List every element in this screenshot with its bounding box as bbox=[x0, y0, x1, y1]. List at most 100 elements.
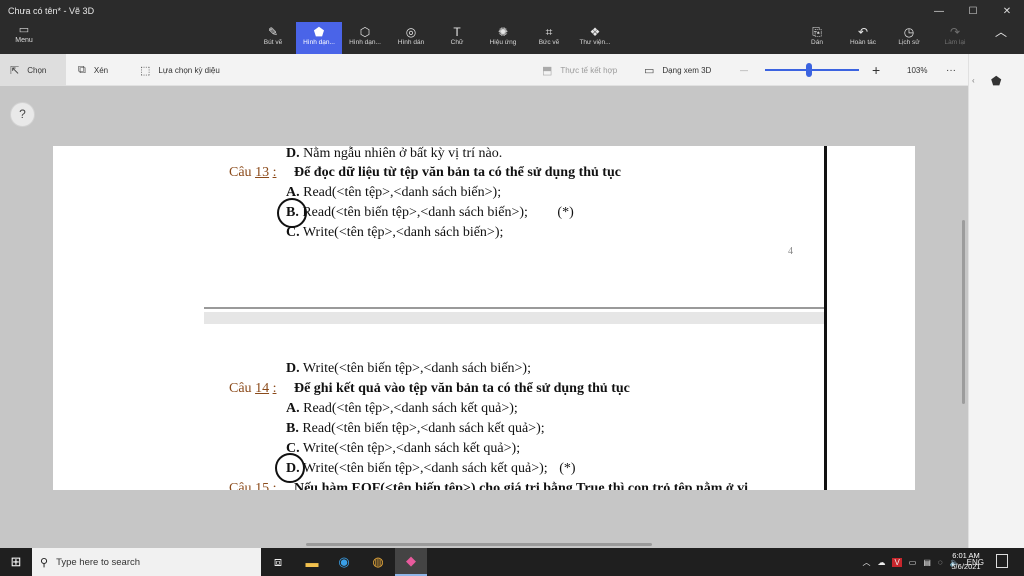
canvas-icon: ⌗ bbox=[545, 25, 553, 39]
more-options-button[interactable]: ··· bbox=[946, 54, 956, 86]
paint-3d-icon[interactable]: ◆ bbox=[395, 548, 427, 576]
tool-label: Hoàn tác bbox=[849, 39, 877, 46]
option-line: C. Write(<tên tệp>,<danh sách biến>); bbox=[286, 225, 503, 241]
canvas[interactable]: 4 D. Nằm ngẫu nhiên ở bất kỳ vị trí nào.… bbox=[53, 146, 915, 490]
page-gap bbox=[204, 312, 824, 324]
show-hidden-icons-icon[interactable]: ︿ bbox=[862, 557, 870, 568]
ribbon-tools: ✎ Bút vẽ ⬟ Hình dạn... ⬡ Hình dạn... ◎ H… bbox=[250, 22, 618, 54]
menu-icon: ▭ bbox=[18, 24, 30, 36]
effects-icon: ✺ bbox=[497, 25, 509, 39]
brushes-button[interactable]: ✎ Bút vẽ bbox=[250, 22, 296, 54]
stickers-button[interactable]: ◎ Hình dán bbox=[388, 22, 434, 54]
option-letter: A. bbox=[286, 401, 300, 416]
select-button[interactable]: ⇱ Chọn bbox=[0, 54, 66, 86]
mixed-reality-icon: ⬒ bbox=[542, 64, 553, 77]
task-view-icon[interactable]: ⧈ bbox=[262, 548, 294, 576]
magic-select-button[interactable]: ⬚ Lựa chọn kỳ diệu bbox=[140, 54, 220, 86]
effects-button[interactable]: ✺ Hiệu ứng bbox=[480, 22, 526, 54]
option-text: Nằm ngẫu nhiên ở bất kỳ vị trí nào. bbox=[303, 146, 503, 161]
clock[interactable]: 6:01 AM 5/6/2021 bbox=[944, 550, 988, 572]
minimize-button[interactable]: — bbox=[922, 0, 956, 22]
question-word: Câu bbox=[229, 165, 252, 180]
clock-date: 5/6/2021 bbox=[951, 562, 981, 571]
wifi-icon[interactable]: ◌ bbox=[938, 558, 943, 567]
3d-view-label: Dạng xem 3D bbox=[662, 65, 712, 75]
collapse-panel-icon[interactable]: ‹ bbox=[972, 76, 975, 85]
start-button[interactable]: ⊞ bbox=[0, 548, 32, 576]
2d-shapes-button[interactable]: ⬟ Hình dạn... bbox=[296, 22, 342, 54]
vertical-scrollbar[interactable] bbox=[962, 220, 965, 404]
search-box[interactable]: ⚲ Type here to search bbox=[32, 548, 261, 576]
option-letter: D. bbox=[286, 361, 300, 376]
close-button[interactable]: ✕ bbox=[990, 0, 1024, 22]
undo-button[interactable]: ↶ Hoàn tác bbox=[840, 22, 886, 54]
3d-shapes-button[interactable]: ⬡ Hình dạn... bbox=[342, 22, 388, 54]
question-label: Câu 14 : bbox=[229, 381, 276, 396]
option-line: A. Read(<tên tệp>,<danh sách kết quả>); bbox=[286, 401, 518, 417]
question-number: 13 bbox=[255, 165, 270, 180]
battery-icon[interactable]: ▭ bbox=[909, 558, 917, 567]
question-word: Câu bbox=[229, 381, 252, 396]
tool-label: Hình dán bbox=[397, 39, 425, 46]
3d-library-button[interactable]: ❖ Thư viện... bbox=[572, 22, 618, 54]
option-text: Read(<tên tệp>,<danh sách kết quả>); bbox=[303, 401, 518, 416]
option-line: C. Write(<tên tệp>,<danh sách kết quả>); bbox=[286, 441, 520, 457]
question-text: Nếu hàm EOF(<tên biến tệp>) cho giá trị … bbox=[293, 481, 749, 490]
brush-icon: ✎ bbox=[267, 25, 279, 39]
question-14: Câu 14 : Để ghi kết quả vào tệp văn bản … bbox=[229, 381, 630, 397]
shape-panel-icon[interactable]: ⬟ bbox=[991, 74, 1001, 88]
horizontal-scrollbar[interactable] bbox=[306, 543, 652, 546]
notification-icon[interactable] bbox=[996, 554, 1008, 568]
sticker-icon: ◎ bbox=[405, 25, 417, 39]
paste-button[interactable]: ⎘ Dán bbox=[794, 22, 840, 54]
option-line: B. Read(<tên biến tệp>,<danh sách biến>)… bbox=[286, 205, 574, 221]
tool-label: Làm lại bbox=[944, 39, 966, 46]
question-15: Câu 15 : Nếu hàm EOF(<tên biến tệp>) cho… bbox=[229, 481, 748, 490]
option-line: D. Nằm ngẫu nhiên ở bất kỳ vị trí nào. bbox=[286, 146, 502, 162]
chrome-icon[interactable]: ◍ bbox=[362, 548, 394, 576]
maximize-button[interactable]: ☐ bbox=[956, 0, 990, 22]
answer-mark: (*) bbox=[557, 205, 574, 220]
search-icon: ⚲ bbox=[40, 556, 49, 569]
collapse-ribbon-button[interactable]: ︿ bbox=[978, 22, 1024, 54]
side-panel: ‹ ⬟ bbox=[968, 54, 1024, 548]
select-label: Chọn bbox=[27, 65, 47, 75]
crop-button[interactable]: ⧉ Xén bbox=[78, 54, 108, 86]
option-text: Write(<tên biến tệp>,<danh sách kết quả>… bbox=[302, 461, 548, 476]
option-text: Read(<tên biến tệp>,<danh sách kết quả>)… bbox=[302, 421, 545, 436]
redo-button[interactable]: ↷ Làm lại bbox=[932, 22, 978, 54]
canvas-button[interactable]: ⌗ Bức vẽ bbox=[526, 22, 572, 54]
answer-circle bbox=[277, 198, 307, 228]
zoom-level[interactable]: 103% bbox=[907, 54, 927, 86]
mixed-reality-button[interactable]: ⬒ Thực tế kết hợp bbox=[542, 54, 617, 86]
select-icon: ⇱ bbox=[10, 64, 20, 77]
3d-view-button[interactable]: ▭ Dạng xem 3D bbox=[644, 54, 711, 86]
text-button[interactable]: T Chữ bbox=[434, 22, 480, 54]
zoom-out-button[interactable]: — bbox=[740, 54, 748, 86]
paste-icon: ⎘ bbox=[812, 25, 822, 39]
edge-icon[interactable]: ◉ bbox=[328, 548, 360, 576]
onedrive-icon[interactable]: ☁ bbox=[877, 558, 885, 567]
answer-circle bbox=[275, 453, 305, 483]
zoom-in-button[interactable]: + bbox=[872, 54, 880, 86]
tool-label: Chữ bbox=[450, 39, 464, 46]
tool-label: Thư viện... bbox=[579, 39, 611, 46]
history-button[interactable]: ◷ Lịch sử bbox=[886, 22, 932, 54]
zoom-slider-thumb[interactable] bbox=[806, 63, 813, 77]
question-number: 15 bbox=[255, 481, 270, 490]
antivirus-icon[interactable]: V bbox=[892, 557, 902, 567]
option-text: Read(<tên tệp>,<danh sách biến>); bbox=[303, 185, 502, 200]
search-placeholder: Type here to search bbox=[56, 556, 141, 568]
window-title: Chưa có tên* - Vẽ 3D bbox=[8, 6, 95, 16]
help-button[interactable]: ? bbox=[10, 102, 35, 127]
option-line: D. Write(<tên biến tệp>,<danh sách kết q… bbox=[286, 461, 576, 477]
file-explorer-icon[interactable]: ▬ bbox=[296, 548, 328, 576]
network-icon[interactable]: ▤ bbox=[923, 558, 931, 567]
undo-icon: ↶ bbox=[857, 25, 869, 39]
redo-icon: ↷ bbox=[949, 25, 961, 39]
2d-shapes-icon: ⬟ bbox=[313, 25, 325, 39]
page-separator bbox=[204, 307, 824, 309]
menu-button[interactable]: ▭ Menu bbox=[6, 24, 42, 50]
ribbon-right-tools: ⎘ Dán ↶ Hoàn tác ◷ Lịch sử ↷ Làm lại ︿ bbox=[794, 22, 1024, 54]
page-number: 4 bbox=[788, 246, 793, 257]
